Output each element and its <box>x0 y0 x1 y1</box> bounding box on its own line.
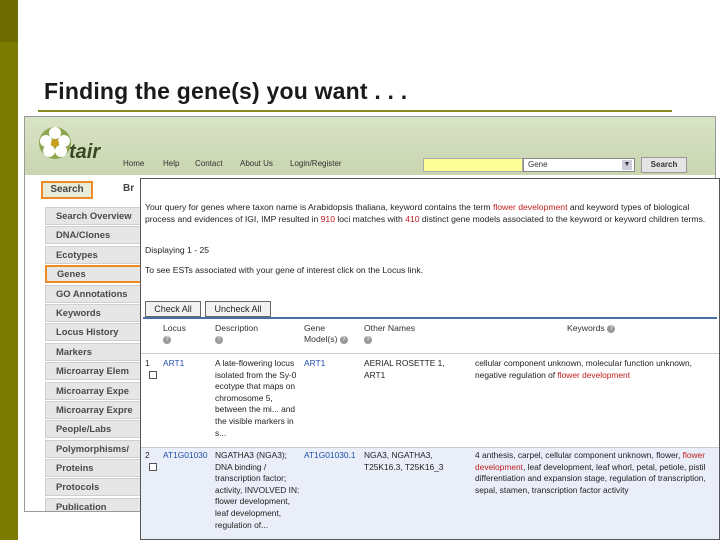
keywords-cell: 4 anthesis, carpel, cellular component u… <box>475 450 715 496</box>
search-button[interactable]: Search <box>641 157 687 173</box>
search-type-select[interactable]: Gene ▼ <box>523 158 635 172</box>
nav-contact[interactable]: Contact <box>195 159 223 168</box>
col-description-label: Description <box>215 323 258 333</box>
help-icon[interactable]: ? <box>163 335 171 344</box>
displaying-range: Displaying 1 - 25 <box>145 245 210 255</box>
sidebar-item-people-labs[interactable]: People/Labs <box>45 420 145 439</box>
keyword-highlight: flower development <box>557 369 631 380</box>
col-header-description: Description? <box>215 323 258 345</box>
chevron-down-icon: ▼ <box>622 160 632 170</box>
gene-model-link[interactable]: AT1G01030.1 <box>304 450 356 462</box>
query-text-pre: Your query for genes where taxon name is… <box>145 202 493 212</box>
table-row: 1 ART1 A late-flowering locus isolated f… <box>141 353 719 445</box>
tab-browse[interactable]: Br <box>123 183 134 194</box>
sidebar-item-protocols[interactable]: Protocols <box>45 478 145 497</box>
other-names: AERIAL ROSETTE 1, ART1 <box>364 358 445 380</box>
query-text-post: distinct gene models associated to the k… <box>419 214 706 224</box>
sidebar-item-microarray-experiments[interactable]: Microarray Expe <box>45 381 145 400</box>
results-header-rule <box>143 317 717 319</box>
sidebar-item-locus-history[interactable]: Locus History <box>45 323 145 342</box>
tair-logo-text: tair <box>69 141 101 163</box>
query-model-count: 410 <box>405 214 420 224</box>
sidebar-item-proteins[interactable]: Proteins <box>45 459 145 478</box>
row-number: 2 <box>145 450 150 460</box>
locus-description: NGATHA3 (NGA3); DNA binding / transcript… <box>215 450 300 530</box>
query-summary: Your query for genes where taxon name is… <box>145 201 715 225</box>
query-text-mid2: loci matches with <box>334 214 406 224</box>
col-header-other-names: Other Names? <box>364 323 415 345</box>
other-names: NGA3, NGATHA3, T25K16.3, T25K16_3 <box>364 450 444 472</box>
slide-top-bar <box>18 0 720 42</box>
sidebar-item-polymorphisms[interactable]: Polymorphisms/ <box>45 439 145 458</box>
sidebar-item-markers[interactable]: Markers <box>45 342 145 361</box>
search-sidebar: Search Overview DNA/Clones Ecotypes Gene… <box>45 207 145 511</box>
col-locus-label: Locus <box>163 323 186 333</box>
locus-link[interactable]: ART1 <box>163 358 184 370</box>
col-other-names-label: Other Names <box>364 323 416 333</box>
sidebar-item-dna-clones[interactable]: DNA/Clones <box>45 226 145 245</box>
slide-corner-block <box>0 0 18 42</box>
col-keywords-label: Keywords <box>567 323 605 333</box>
sidebar-item-go-annotations[interactable]: GO Annotations <box>45 284 145 303</box>
query-keyword: flower development <box>492 202 568 212</box>
check-all-button[interactable]: Check All <box>145 301 201 317</box>
tair-header: tair Home Help Contact About Us Login/Re… <box>25 117 715 175</box>
table-row: 2 AT1G01030 NGATHA3 (NGA3); DNA binding … <box>141 447 719 539</box>
query-locus-count: 910 <box>320 214 335 224</box>
sidebar-item-genes[interactable]: Genes <box>45 265 145 284</box>
sidebar-item-search-overview[interactable]: Search Overview <box>45 207 145 225</box>
nav-help[interactable]: Help <box>163 159 179 168</box>
locus-link[interactable]: AT1G01030 <box>163 450 208 462</box>
col-gene-model-label: Gene Model(s) <box>304 323 338 344</box>
tab-search[interactable]: Search <box>41 181 93 199</box>
col-header-locus: Locus? <box>163 323 186 345</box>
help-icon[interactable]: ? <box>607 324 616 333</box>
nav-about-us[interactable]: About Us <box>240 159 273 168</box>
row-checkbox[interactable] <box>149 371 157 379</box>
keywords-text: 4 anthesis, carpel, cellular component u… <box>475 450 683 460</box>
nav-home[interactable]: Home <box>123 159 144 168</box>
sidebar-item-ecotypes[interactable]: Ecotypes <box>45 245 145 264</box>
slide-title: Finding the gene(s) you want . . . <box>44 78 408 104</box>
row-checkbox[interactable] <box>149 463 157 471</box>
sidebar-item-keywords[interactable]: Keywords <box>45 303 145 322</box>
slide-left-bar <box>0 0 18 540</box>
help-icon[interactable]: ? <box>339 335 348 344</box>
gene-results-panel: Your query for genes where taxon name is… <box>140 178 720 540</box>
ests-note: To see ESTs associated with your gene of… <box>145 265 424 275</box>
sidebar-item-publication[interactable]: Publication <box>45 497 145 511</box>
keywords-cell: cellular component unknown, molecular fu… <box>475 358 715 381</box>
title-rule <box>38 110 672 112</box>
row-number: 1 <box>145 358 150 368</box>
sidebar-item-microarray-elements[interactable]: Microarray Elem <box>45 362 145 381</box>
search-type-value: Gene <box>528 160 548 169</box>
nav-login-register[interactable]: Login/Register <box>290 159 342 168</box>
help-icon[interactable]: ? <box>215 335 223 344</box>
sidebar-item-microarray-expression[interactable]: Microarray Expre <box>45 400 145 419</box>
help-icon[interactable]: ? <box>364 335 372 344</box>
search-input[interactable] <box>423 158 523 172</box>
col-header-keywords: Keywords ? <box>567 323 616 334</box>
gene-model-link[interactable]: ART1 <box>304 358 325 370</box>
locus-description: A late-flowering locus isolated from the… <box>215 358 297 438</box>
col-header-gene-model: Gene Model(s) ? <box>304 323 350 345</box>
uncheck-all-button[interactable]: Uncheck All <box>205 301 271 317</box>
